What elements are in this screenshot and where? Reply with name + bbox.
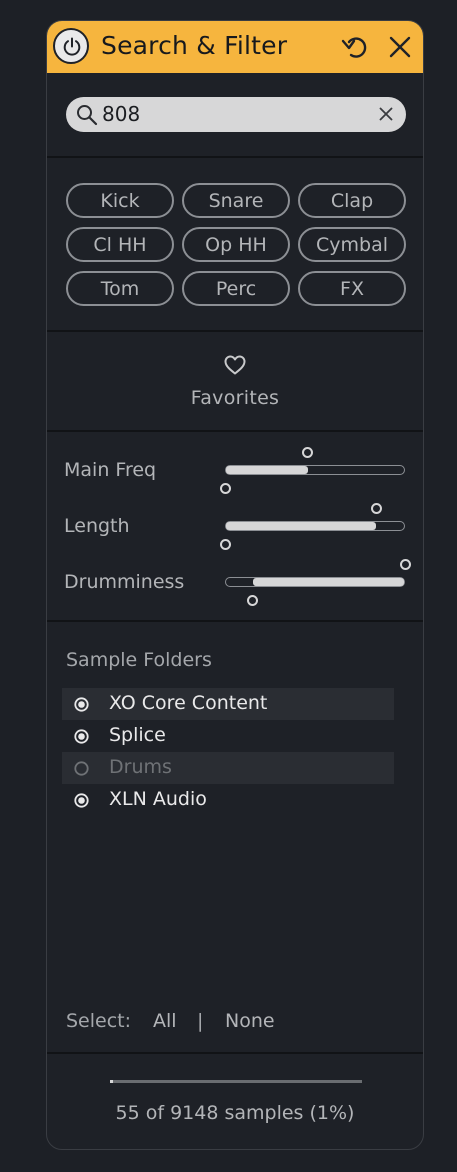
select-none-link[interactable]: None — [225, 1010, 275, 1032]
divider — [47, 620, 423, 622]
length-high-handle[interactable] — [370, 503, 382, 514]
select-label: Select: — [66, 1010, 132, 1032]
search-filter-panel: Search & Filter Kick Snare Clap — [46, 20, 424, 1150]
divider — [47, 1052, 423, 1054]
radio-checked-icon[interactable] — [74, 729, 89, 744]
power-icon — [63, 37, 81, 56]
results-count-status: 55 of 9148 samples (1%) — [115, 1102, 355, 1124]
divider — [47, 430, 423, 432]
panel-title: Search & Filter — [101, 31, 288, 60]
tag-perc[interactable]: Perc — [182, 271, 290, 306]
tag-fx[interactable]: FX — [298, 271, 406, 306]
favorites-label[interactable]: Favorites — [47, 387, 423, 409]
tag-kick[interactable]: Kick — [66, 183, 174, 218]
select-separator: | — [197, 1010, 204, 1032]
folder-label: Drums — [109, 756, 172, 778]
folder-label: Splice — [109, 724, 166, 746]
length-label: Length — [64, 515, 130, 537]
main-freq-range-fill — [226, 466, 308, 474]
undo-icon — [341, 37, 367, 58]
folder-label: XO Core Content — [109, 692, 268, 714]
main-freq-low-handle[interactable] — [219, 483, 231, 494]
tag-op-hh[interactable]: Op HH — [182, 227, 290, 262]
drumminess-range-fill — [252, 578, 404, 586]
search-field — [66, 97, 406, 132]
folder-item-drums[interactable]: Drums — [62, 752, 394, 784]
radio-unchecked-icon[interactable] — [74, 761, 89, 776]
results-progress-fill — [110, 1080, 113, 1083]
tag-clap[interactable]: Clap — [298, 183, 406, 218]
panel-header: Search & Filter — [47, 21, 423, 73]
folder-item-xo-core-content[interactable]: XO Core Content — [62, 688, 394, 720]
radio-checked-icon[interactable] — [74, 697, 89, 712]
clear-search-icon[interactable] — [379, 107, 393, 121]
main-freq-slider[interactable] — [225, 465, 405, 475]
main-freq-high-handle[interactable] — [302, 447, 314, 458]
divider — [47, 330, 423, 332]
results-progress-bar — [110, 1080, 362, 1083]
close-button[interactable] — [388, 35, 412, 59]
length-low-handle[interactable] — [219, 539, 231, 550]
sample-folders-title: Sample Folders — [66, 649, 212, 671]
search-input[interactable] — [102, 102, 362, 126]
tag-snare[interactable]: Snare — [182, 183, 290, 218]
heart-icon[interactable] — [223, 354, 247, 376]
radio-checked-icon[interactable] — [74, 793, 89, 808]
tag-cymbal[interactable]: Cymbal — [298, 227, 406, 262]
close-icon — [389, 36, 411, 58]
drumminess-label: Drumminess — [64, 571, 185, 593]
drumminess-high-handle[interactable] — [399, 559, 411, 570]
divider — [47, 156, 423, 158]
tag-filter-grid: Kick Snare Clap Cl HH Op HH Cymbal Tom P… — [66, 183, 406, 306]
drumminess-slider[interactable] — [225, 577, 405, 587]
folder-label: XLN Audio — [109, 788, 207, 810]
length-range-fill — [226, 522, 376, 530]
search-icon — [77, 105, 98, 126]
length-slider[interactable] — [225, 521, 405, 531]
main-freq-label: Main Freq — [64, 459, 157, 481]
select-all-link[interactable]: All — [153, 1010, 177, 1032]
power-button[interactable] — [53, 28, 89, 64]
tag-tom[interactable]: Tom — [66, 271, 174, 306]
folder-item-xln-audio[interactable]: XLN Audio — [62, 784, 394, 816]
undo-button[interactable] — [340, 33, 370, 61]
drumminess-low-handle[interactable] — [246, 595, 258, 606]
tag-cl-hh[interactable]: Cl HH — [66, 227, 174, 262]
folder-item-splice[interactable]: Splice — [62, 720, 394, 752]
